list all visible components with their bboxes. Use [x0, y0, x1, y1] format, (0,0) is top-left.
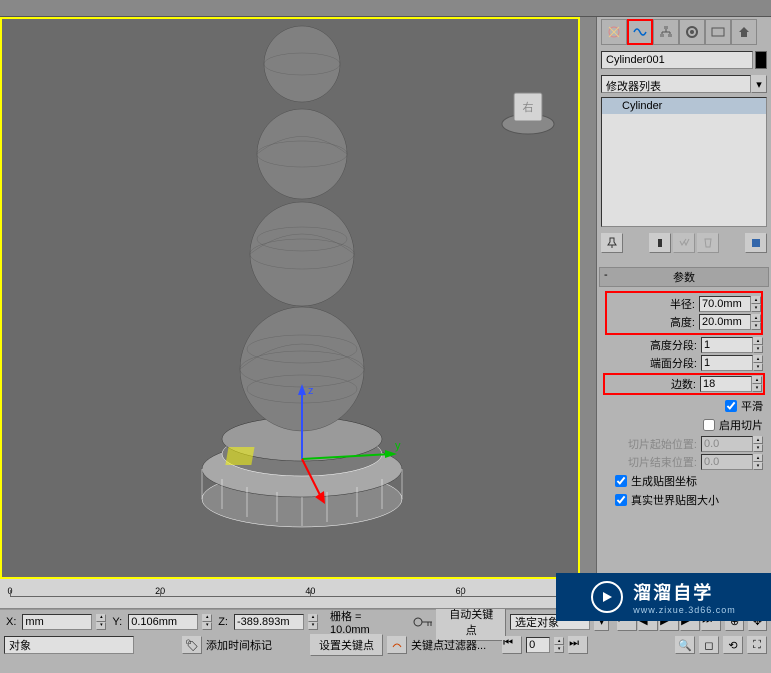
- object-color-swatch[interactable]: [755, 51, 767, 69]
- params-rollup-header[interactable]: - 参数: [599, 267, 769, 287]
- dropdown-arrow-icon[interactable]: ▾: [751, 75, 767, 93]
- watermark-sub: www.zixue.3d66.com: [633, 605, 736, 615]
- watermark-logo-icon: [591, 581, 623, 613]
- sides-label: 边数:: [671, 376, 696, 392]
- x-input[interactable]: [22, 614, 92, 630]
- remove-modifier-button: [697, 233, 719, 253]
- real-world-label: 真实世界贴图大小: [631, 492, 719, 508]
- add-time-tag[interactable]: 添加时间标记: [206, 637, 272, 653]
- model-wireframe: z y: [2, 19, 578, 577]
- frame-input[interactable]: [526, 637, 550, 653]
- slice-to-input: [701, 454, 753, 470]
- smooth-checkbox[interactable]: [725, 400, 737, 412]
- sides-input[interactable]: [700, 376, 752, 392]
- svg-text:y: y: [395, 440, 401, 452]
- configure-sets-button[interactable]: [745, 233, 767, 253]
- y-label: Y:: [110, 616, 124, 628]
- radius-input[interactable]: [699, 296, 751, 312]
- slice-on-label: 启用切片: [719, 417, 763, 433]
- modify-tab-icon[interactable]: [627, 19, 653, 45]
- max-viewport-button[interactable]: ⛶: [747, 636, 767, 654]
- prev-key-button[interactable]: ⏮: [502, 636, 522, 654]
- radius-spinner-down[interactable]: ▾: [751, 304, 761, 312]
- radius-label: 半径:: [670, 296, 695, 312]
- z-label: Z:: [216, 616, 230, 628]
- smooth-label: 平滑: [741, 398, 763, 414]
- pin-stack-button[interactable]: [601, 233, 623, 253]
- svg-text:z: z: [308, 385, 314, 397]
- height-input[interactable]: [699, 314, 751, 330]
- grid-readout: 栅格 = 10.0mm: [322, 608, 408, 636]
- utilities-tab-icon[interactable]: [731, 19, 757, 45]
- show-end-result-button[interactable]: [649, 233, 671, 253]
- svg-text:右: 右: [523, 100, 534, 114]
- motion-tab-icon[interactable]: [679, 19, 705, 45]
- params-title: 参数: [673, 272, 695, 284]
- zoom-button[interactable]: 🔍: [675, 636, 695, 654]
- set-key-button[interactable]: 设置关键点: [310, 634, 383, 656]
- sf-spinner-down: ▾: [753, 444, 763, 452]
- sf-spinner-up: ▴: [753, 436, 763, 444]
- csegs-spinner-down[interactable]: ▾: [753, 363, 763, 371]
- key-filter-button[interactable]: 关键点过滤器...: [411, 637, 486, 653]
- hsegs-spinner-up[interactable]: ▴: [753, 337, 763, 345]
- key-icon: [412, 614, 433, 630]
- slice-to-label: 切片结束位置:: [628, 454, 697, 470]
- st-spinner-up: ▴: [753, 454, 763, 462]
- slice-from-input: [701, 436, 753, 452]
- watermark-main: 溜溜自学: [633, 579, 736, 605]
- modifier-stack[interactable]: Cylinder: [601, 97, 767, 227]
- orbit-button[interactable]: ⟲: [723, 636, 743, 654]
- cap-segs-input[interactable]: [701, 355, 753, 371]
- slice-on-checkbox[interactable]: [703, 419, 715, 431]
- real-world-checkbox[interactable]: [615, 494, 627, 506]
- key-filter-icon[interactable]: [387, 636, 407, 654]
- object-name-input[interactable]: [601, 51, 753, 69]
- height-spinner-down[interactable]: ▾: [751, 322, 761, 330]
- command-panel: 修改器列表 ▾ Cylinder - 参数 半径:: [596, 17, 771, 579]
- hierarchy-tab-icon[interactable]: [653, 19, 679, 45]
- time-tag-icon[interactable]: 🏷: [182, 636, 202, 654]
- zoom-all-button[interactable]: ◻: [699, 636, 719, 654]
- modifier-list-dropdown[interactable]: 修改器列表: [601, 75, 751, 93]
- display-tab-icon[interactable]: [705, 19, 731, 45]
- slice-from-label: 切片起始位置:: [628, 436, 697, 452]
- height-spinner-up[interactable]: ▴: [751, 314, 761, 322]
- next-key-button[interactable]: ⏭: [568, 636, 588, 654]
- create-tab-icon[interactable]: [601, 19, 627, 45]
- height-segs-label: 高度分段:: [650, 337, 697, 353]
- height-label: 高度:: [670, 314, 695, 330]
- viewcube[interactable]: 右: [498, 79, 558, 139]
- y-input[interactable]: [128, 614, 198, 630]
- hsegs-spinner-down[interactable]: ▾: [753, 345, 763, 353]
- gen-map-checkbox[interactable]: [615, 475, 627, 487]
- modifier-stack-item[interactable]: Cylinder: [602, 98, 766, 114]
- csegs-spinner-up[interactable]: ▴: [753, 355, 763, 363]
- x-label: X:: [4, 616, 18, 628]
- make-unique-button: [673, 233, 695, 253]
- sides-spinner-down[interactable]: ▾: [752, 384, 762, 392]
- gen-map-label: 生成贴图坐标: [631, 473, 697, 489]
- watermark: 溜溜自学 www.zixue.3d66.com: [556, 573, 771, 621]
- height-segs-input[interactable]: [701, 337, 753, 353]
- cap-segs-label: 端面分段:: [650, 355, 697, 371]
- viewport[interactable]: z y 右: [0, 17, 580, 579]
- sides-spinner-up[interactable]: ▴: [752, 376, 762, 384]
- z-input[interactable]: [234, 614, 304, 630]
- status-input[interactable]: [4, 636, 134, 654]
- st-spinner-down: ▾: [753, 462, 763, 470]
- radius-spinner-up[interactable]: ▴: [751, 296, 761, 304]
- rollup-toggle-icon: -: [604, 269, 608, 281]
